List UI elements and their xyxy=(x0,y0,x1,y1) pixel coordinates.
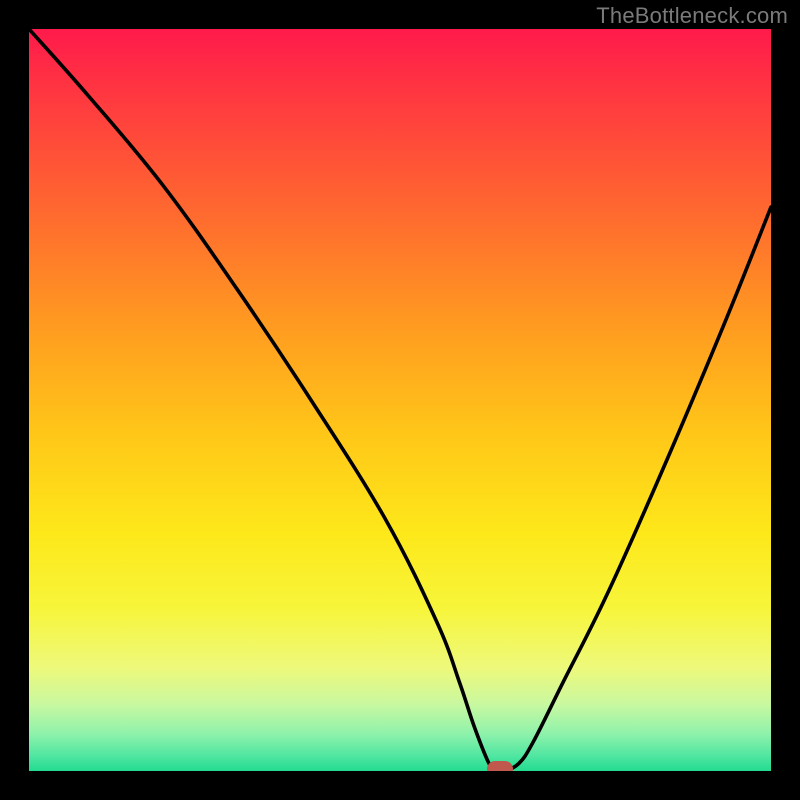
chart-frame: TheBottleneck.com xyxy=(0,0,800,800)
optimal-point-marker xyxy=(487,761,513,771)
bottleneck-curve xyxy=(29,29,771,771)
plot-area xyxy=(29,29,771,771)
attribution-label: TheBottleneck.com xyxy=(596,3,788,29)
